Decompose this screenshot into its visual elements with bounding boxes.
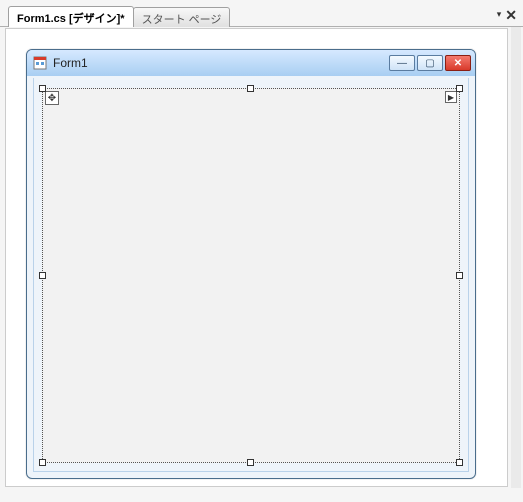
- resize-handle-br[interactable]: [456, 459, 463, 466]
- close-button[interactable]: ✕: [445, 55, 471, 71]
- tab-start-page[interactable]: スタート ページ: [133, 7, 231, 27]
- form-client-area[interactable]: ✥ ▶: [33, 78, 469, 472]
- maximize-button[interactable]: ▢: [417, 55, 443, 71]
- designer-surface: Form1 — ▢ ✕ ✥ ▶: [5, 28, 508, 487]
- tab-form1-design[interactable]: Form1.cs [デザイン]*: [8, 6, 134, 27]
- smart-tag-icon[interactable]: ▶: [445, 91, 457, 103]
- document-tabs: Form1.cs [デザイン]* スタート ページ: [8, 5, 229, 27]
- window-title: Form1: [53, 56, 389, 70]
- form-designer-host[interactable]: Form1 — ▢ ✕ ✥ ▶: [26, 49, 476, 479]
- close-document-button[interactable]: ✕: [505, 10, 517, 20]
- resize-handle-bl[interactable]: [39, 459, 46, 466]
- resize-handle-tm[interactable]: [247, 85, 254, 92]
- window-titlebar[interactable]: Form1 — ▢ ✕: [27, 50, 475, 76]
- vertical-scrollbar[interactable]: [511, 27, 521, 488]
- resize-handle-tl[interactable]: [39, 85, 46, 92]
- tab-overflow-dropdown[interactable]: ▾: [497, 9, 502, 20]
- move-handle-icon[interactable]: ✥: [45, 91, 59, 105]
- winform-window: Form1 — ▢ ✕ ✥ ▶: [26, 49, 476, 479]
- form-icon: [33, 56, 47, 70]
- resize-handle-tr[interactable]: [456, 85, 463, 92]
- resize-handle-ml[interactable]: [39, 272, 46, 279]
- resize-handle-bm[interactable]: [247, 459, 254, 466]
- selected-control[interactable]: ✥ ▶: [42, 88, 460, 463]
- minimize-button[interactable]: —: [389, 55, 415, 71]
- resize-handle-mr[interactable]: [456, 272, 463, 279]
